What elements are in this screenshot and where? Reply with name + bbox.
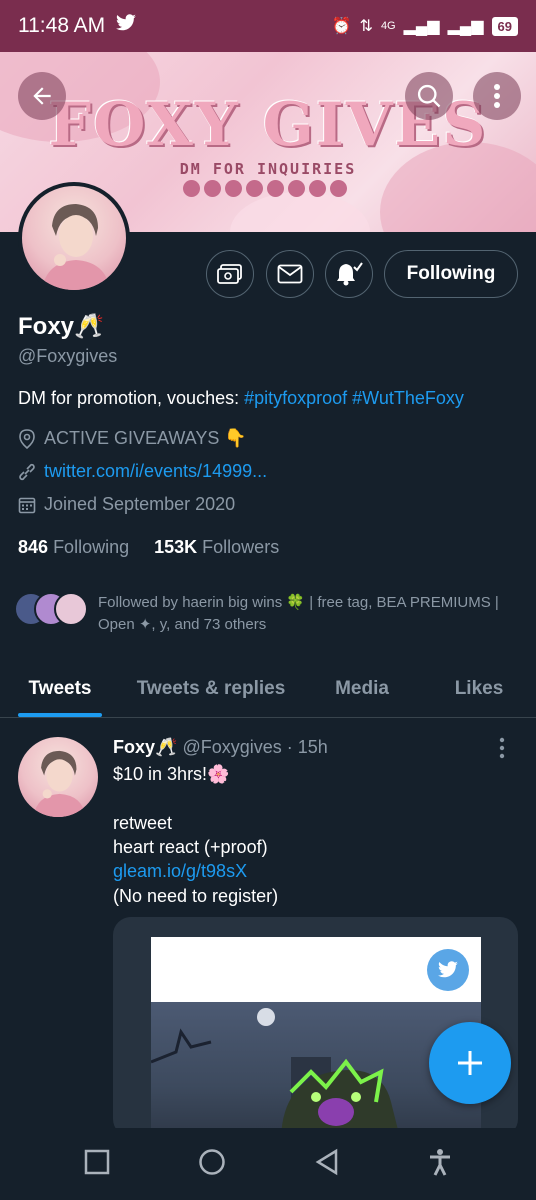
followed-by[interactable]: Followed by haerin big wins 🍀 | free tag… <box>14 592 524 636</box>
envelope-icon <box>277 264 303 284</box>
tweet-text-line: (No need to register) <box>113 886 279 906</box>
tweet-avatar[interactable] <box>18 737 98 817</box>
tweet-text-line: retweet <box>113 813 173 833</box>
alarm-icon: ⏰ <box>331 18 352 35</box>
profile-avatar[interactable] <box>18 182 130 294</box>
tweet-header: Foxy🥂 @Foxygives · 15h <box>113 737 328 758</box>
twitter-notification-icon <box>115 14 137 38</box>
following-count: 846 <box>18 537 49 557</box>
home-button[interactable] <box>198 1148 226 1181</box>
battery-icon: 69 <box>491 16 518 36</box>
money-icon <box>217 264 242 284</box>
tiktok-icon <box>225 180 242 197</box>
accessibility-icon <box>430 1148 450 1176</box>
data-icon: ⇅ <box>359 18 373 35</box>
back-button[interactable] <box>18 72 66 120</box>
profile-name-text: Foxy <box>18 313 75 340</box>
follower-avatar <box>54 592 88 626</box>
discord-icon <box>183 180 200 197</box>
avatar-illustration <box>42 204 110 290</box>
following-count-link[interactable]: 846 Following <box>18 537 129 557</box>
tweet-author-handle: @Foxygives <box>182 737 282 757</box>
profile-name: Foxy🥂 <box>18 312 104 341</box>
plus-icon <box>458 1051 482 1075</box>
twitter-icon <box>204 180 221 197</box>
profile-location: ACTIVE GIVEAWAYS 👇 <box>18 428 247 449</box>
followers-count: 153K <box>154 537 198 557</box>
profile-name-emoji: 🥂 <box>74 313 104 340</box>
tweet-text-line: heart react (+proof) <box>113 837 268 857</box>
search-icon <box>417 84 441 108</box>
following-button[interactable]: Following <box>384 250 518 298</box>
square-icon <box>84 1149 110 1174</box>
search-button[interactable] <box>405 72 453 120</box>
avatar-illustration <box>33 750 86 817</box>
more-options-button[interactable] <box>473 72 521 120</box>
signal-icon: ▂▄▆ <box>403 18 440 35</box>
notifications-button[interactable] <box>325 250 373 298</box>
signal-icon-2: ▂▄▆ <box>447 18 484 35</box>
recent-apps-button[interactable] <box>84 1149 110 1180</box>
tweet-author-emoji: 🥂 <box>155 737 178 757</box>
follow-counts: 846 Following 153K Followers <box>18 537 279 558</box>
banner-subtitle: DM FOR INQUIRIES <box>179 160 357 178</box>
profile-handle: @Foxygives <box>18 346 118 366</box>
tab-tweets[interactable]: Tweets <box>0 660 120 717</box>
hashtag-link[interactable]: #pityfoxproof <box>244 388 347 408</box>
tab-media[interactable]: Media <box>302 660 422 717</box>
followers-count-link[interactable]: 153K Followers <box>154 537 279 557</box>
following-label: Following <box>53 537 130 557</box>
instagram-icon <box>309 180 326 197</box>
tweet-more-button[interactable] <box>498 737 506 764</box>
reddit-icon <box>330 180 347 197</box>
status-bar: 11:48 AM ⏰ ⇅ 4G ▂▄▆ ▂▄▆ 69 <box>0 0 536 52</box>
circle-icon <box>199 1148 225 1175</box>
tab-likes[interactable]: Likes <box>422 660 536 717</box>
subscriptions-button[interactable] <box>206 250 254 298</box>
banner-social-icons <box>183 180 347 197</box>
facebook-icon <box>267 180 284 197</box>
more-vertical-icon <box>494 84 500 108</box>
arrow-left-icon <box>33 87 51 105</box>
banner-title: FOXY GIVES <box>48 90 488 160</box>
status-icons: ⏰ ⇅ 4G ▂▄▆ ▂▄▆ 69 <box>332 16 518 36</box>
profile-joined: Joined September 2020 <box>18 494 235 515</box>
triangle-back-icon <box>315 1148 338 1175</box>
status-time: 11:48 AM <box>18 14 106 37</box>
twitter-bird-icon <box>427 949 469 991</box>
compose-tweet-button[interactable] <box>429 1022 511 1104</box>
message-button[interactable] <box>266 250 314 298</box>
bell-check-icon <box>337 262 363 286</box>
back-nav-button[interactable] <box>314 1148 340 1181</box>
tab-tweets-replies[interactable]: Tweets & replies <box>120 660 302 717</box>
hashtag-link[interactable]: #WutTheFoxy <box>352 388 464 408</box>
calendar-icon <box>18 497 36 513</box>
follower-avatars <box>14 592 88 626</box>
joined-text: Joined September 2020 <box>44 494 236 514</box>
bio-text: DM for promotion, vouches: <box>18 388 245 408</box>
telegram-icon <box>246 180 263 197</box>
more-vertical-icon <box>499 737 505 759</box>
tweet-text-line: $10 in 3hrs!🌸 <box>113 764 230 784</box>
followers-label: Followers <box>202 537 280 557</box>
location-text: ACTIVE GIVEAWAYS 👇 <box>44 428 247 448</box>
youtube-icon <box>288 180 305 197</box>
profile-tabs: Tweets Tweets & replies Media Likes <box>0 660 536 718</box>
tweet-author-name[interactable]: Foxy <box>113 737 155 757</box>
accessibility-button[interactable] <box>428 1148 452 1181</box>
profile-bio: DM for promotion, vouches: #pityfoxproof… <box>18 388 464 409</box>
website-link[interactable]: twitter.com/i/events/14999... <box>44 461 267 482</box>
network-type: 4G <box>380 20 396 32</box>
followed-by-text: Followed by haerin big wins 🍀 | free tag… <box>98 594 499 633</box>
tweet-link[interactable]: gleam.io/g/t98sX <box>113 861 247 882</box>
profile-website[interactable]: twitter.com/i/events/14999... <box>18 461 267 482</box>
system-nav-bar <box>0 1128 536 1200</box>
location-pin-icon <box>19 428 35 449</box>
tweet-time: · 15h <box>286 737 328 757</box>
card-header <box>151 937 481 1002</box>
link-icon <box>19 463 35 480</box>
